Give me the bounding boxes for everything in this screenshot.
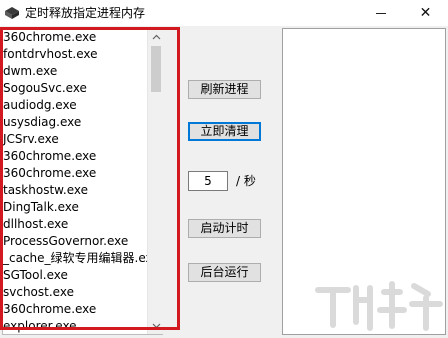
chevron-up-icon <box>152 34 160 40</box>
minimize-button[interactable] <box>358 0 403 26</box>
list-item[interactable]: dllhost.exe <box>3 216 68 233</box>
close-icon: ✕ <box>419 5 432 21</box>
list-item[interactable]: svchost.exe <box>3 284 74 301</box>
list-item[interactable]: _cache_绿软专用编辑器.exe <box>3 250 160 267</box>
list-item[interactable]: DingTalk.exe <box>3 199 79 216</box>
minimize-icon <box>375 12 386 14</box>
interval-unit-label: / 秒 <box>236 174 256 188</box>
list-item[interactable]: 360chrome.exe <box>3 148 96 165</box>
list-item[interactable]: ProcessGovernor.exe <box>3 233 128 250</box>
scroll-down-button[interactable] <box>148 318 164 334</box>
list-item[interactable]: audiodg.exe <box>3 97 77 114</box>
scroll-up-button[interactable] <box>148 29 164 45</box>
clear-now-button[interactable]: 立即清理 <box>188 122 261 141</box>
refresh-processes-button[interactable]: 刷新进程 <box>188 80 261 99</box>
chevron-down-icon <box>152 323 160 329</box>
start-timer-button[interactable]: 启动计时 <box>188 219 261 238</box>
process-list-scrollbar[interactable] <box>147 29 163 334</box>
list-item[interactable]: 360chrome.exe <box>3 29 96 46</box>
process-list[interactable]: 360chrome.exe fontdrvhost.exe dwm.exe So… <box>2 28 163 335</box>
interval-input[interactable]: 5 <box>188 171 228 191</box>
list-item[interactable]: explorer.exe <box>3 318 77 334</box>
scroll-thumb[interactable] <box>151 46 161 92</box>
app-icon <box>4 5 20 21</box>
run-background-button[interactable]: 后台运行 <box>188 263 261 282</box>
list-item[interactable]: taskhostw.exe <box>3 182 88 199</box>
list-item[interactable]: JCSrv.exe <box>3 131 59 148</box>
window-title: 定时释放指定进程内存 <box>25 6 146 20</box>
list-item[interactable]: SGTool.exe <box>3 267 68 284</box>
list-item[interactable]: 360chrome.exe <box>3 301 96 318</box>
list-item[interactable]: SogouSvc.exe <box>3 80 87 97</box>
list-item[interactable]: 360chrome.exe <box>3 165 96 182</box>
close-button[interactable]: ✕ <box>403 0 448 26</box>
list-item[interactable]: usysdiag.exe <box>3 114 81 131</box>
title-bar: 定时释放指定进程内存 ✕ <box>0 0 448 26</box>
list-item[interactable]: dwm.exe <box>3 63 57 80</box>
list-item[interactable]: fontdrvhost.exe <box>3 46 98 63</box>
app-window: 定时释放指定进程内存 ✕ 360chrome.exe fontdrvhost.e… <box>0 0 448 338</box>
output-panel <box>282 28 446 335</box>
